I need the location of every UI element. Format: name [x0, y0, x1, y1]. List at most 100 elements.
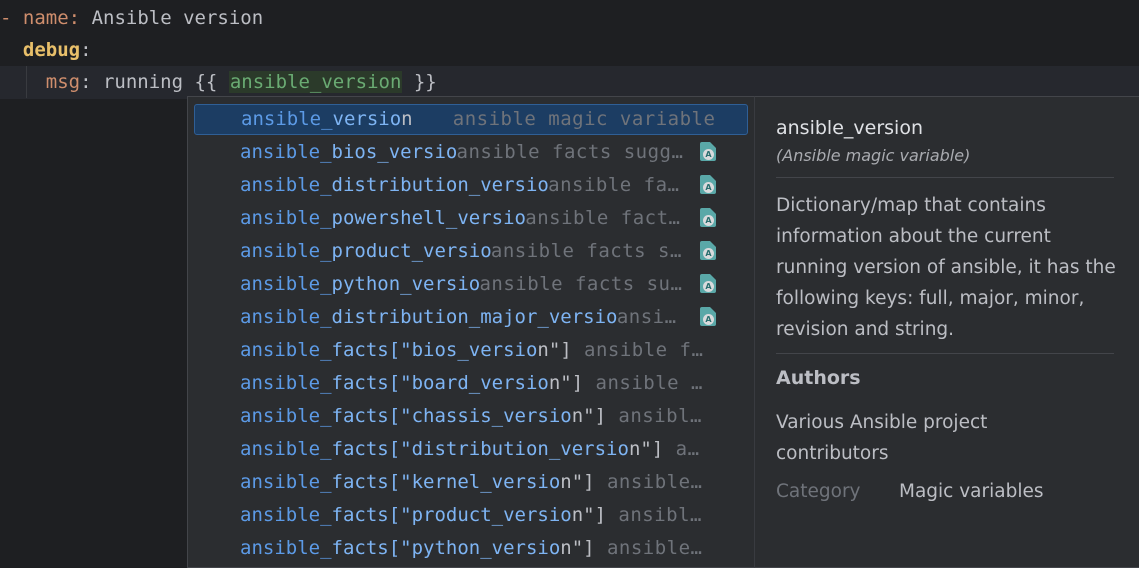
completion-item-name: ansible_distribution_versio [240, 170, 549, 201]
completion-item-name: ansible_facts["product_version"] [240, 500, 606, 531]
completion-item[interactable]: ansible_powershell_versio ansible fact… A [194, 203, 746, 234]
completion-item-type-hint: ansible facts su… [479, 273, 683, 295]
completion-text-part: ansible_ [240, 207, 332, 229]
completion-item[interactable]: ansible_product_versio ansible facts s… A [194, 236, 746, 267]
completion-text-part: facts["board_versio [331, 372, 549, 394]
icon-glyph: A [703, 281, 714, 292]
yaml-value-name: Ansible version [80, 7, 264, 29]
doc-subtitle: (Ansible magic variable) [776, 146, 971, 165]
completion-item[interactable]: ansible_distribution_versio ansible fa… A [194, 170, 746, 201]
completion-text-part: n"] [560, 537, 595, 559]
completion-item[interactable]: ansible_facts["board_version"] ansible … [194, 368, 746, 399]
completion-text-part: ansible_ [240, 174, 332, 196]
code-line-debug[interactable]: debug: [0, 34, 92, 67]
colon: : [80, 39, 92, 61]
completion-text-part: ansible_ [240, 339, 332, 361]
completion-item[interactable]: ansible_python_versio ansible facts su… A [194, 269, 746, 300]
indent-guide [26, 66, 27, 98]
completion-item-type-hint: ansible fact… [525, 207, 681, 229]
completion-text-part: facts["python_versio [331, 537, 561, 559]
completion-item-type-hint: ansible … [595, 372, 703, 394]
completion-item-type-hint: ansible fa… [548, 174, 680, 196]
ansible-facts-file-icon: A [700, 241, 716, 260]
icon-glyph: A [703, 182, 714, 193]
completion-item-type-hint: ansible magic variable [452, 108, 716, 130]
completion-text-part: ansible_ [241, 108, 333, 130]
completion-item[interactable]: ansible_facts["kernel_version"] ansible… [194, 467, 746, 498]
icon-glyph: A [703, 248, 714, 259]
completion-text-part: python_versio [331, 273, 481, 295]
ansible-facts-file-icon: A [700, 307, 716, 326]
completion-item-type-hint: ansible f… [584, 339, 704, 361]
completion-text-part: ansible_ [240, 372, 332, 394]
completion-text-part: ansible_ [240, 141, 332, 163]
ansible-facts-file-icon: A [700, 208, 716, 227]
completion-item[interactable]: ansible_facts["product_version"] ansibl… [194, 500, 746, 531]
completion-item-name: ansible_powershell_versio [240, 203, 526, 234]
documentation-panel: ansible_version (Ansible magic variable)… [754, 96, 1139, 568]
colon: : [68, 7, 81, 29]
completion-item-name: ansible_distribution_major_versio [240, 302, 618, 333]
completion-text-part: ansible_ [240, 240, 332, 262]
completion-text-part: powershell_versio [331, 207, 526, 229]
completion-item-selected[interactable]: ansible_version ansible magic variable [194, 104, 748, 135]
list-dash: - [0, 7, 12, 29]
completion-item-type-hint: a… [675, 438, 700, 460]
colon: : [80, 71, 92, 93]
icon-glyph: A [703, 215, 714, 226]
completion-text-part: n"] [628, 438, 664, 460]
completion-item-type-hint: ansibl… [618, 504, 702, 526]
completion-text-part: ansible_ [240, 405, 332, 427]
completion-item[interactable]: ansible_facts["distribution_version"] a… [194, 434, 746, 465]
completion-item-name: ansible_bios_versio [240, 137, 457, 168]
completion-item[interactable]: ansible_bios_versio ansible facts sugg… A [194, 137, 746, 168]
completion-item-name: ansible_product_versio [240, 236, 492, 267]
completion-item-type-hint: ansi… [616, 306, 677, 328]
completion-item-name: ansible_facts["kernel_version"] [240, 467, 595, 498]
completion-text-part: n"] [537, 339, 572, 361]
variable-highlight[interactable]: ansible_version [228, 71, 403, 93]
completion-text-part: n"] [560, 471, 595, 493]
divider [776, 177, 1114, 178]
completion-text-part: facts["chassis_versio [331, 405, 572, 427]
completion-item-type-hint: ansible facts s… [490, 240, 682, 262]
completion-text-part: versio [332, 108, 402, 130]
completion-item-name: ansible_facts["python_version"] [240, 533, 595, 564]
doc-authors-heading: Authors [776, 367, 861, 389]
completion-text-part: ansible_ [240, 273, 332, 295]
code-line-name[interactable]: - name: Ansible version [0, 2, 263, 35]
completion-text-part: facts["distribution_versio [331, 438, 629, 460]
completion-item[interactable]: ansible_facts["bios_version"] ansible f… [194, 335, 746, 366]
completion-text-part: facts["product_versio [331, 504, 572, 526]
code-line-msg[interactable]: msg: running {{ ansible_version }} [0, 66, 1139, 99]
completion-text-part: product_versio [331, 240, 492, 262]
completion-item-name: ansible_python_versio [240, 269, 480, 300]
completion-text-part: facts["bios_versio [331, 339, 538, 361]
ansible-facts-file-icon: A [700, 175, 716, 194]
ansible-facts-file-icon: A [700, 274, 716, 293]
completion-item-type-hint: ansible facts sugg… [456, 141, 684, 163]
completion-item-name: ansible_facts["chassis_version"] [240, 401, 606, 432]
completion-text-part: n"] [571, 504, 607, 526]
doc-category-value: Magic variables [899, 481, 1044, 502]
completion-popup[interactable]: ansible_version ansible magic variable ans… [187, 96, 755, 568]
completion-text-part: ansible_ [240, 537, 332, 559]
completion-text-part: bios_versio [331, 141, 458, 163]
divider [776, 353, 1114, 354]
completion-item[interactable]: ansible_facts["python_version"] ansible… [194, 533, 746, 564]
completion-item-name: ansible_facts["distribution_version"] [240, 434, 663, 465]
completion-text-part: ansible_ [240, 438, 332, 460]
completion-item[interactable]: ansible_facts["chassis_version"] ansibl… [194, 401, 746, 432]
yaml-key-msg: msg [45, 71, 81, 93]
doc-description: Dictionary/map that contains information… [776, 195, 1116, 340]
msg-text-before: running {{ [91, 71, 229, 93]
doc-title: ansible_version [776, 117, 923, 139]
ansible-facts-file-icon: A [700, 142, 716, 161]
completion-text-part: ansible_ [240, 471, 332, 493]
completion-item-type-hint: ansibl… [618, 405, 702, 427]
completion-text-part: n"] [548, 372, 584, 394]
completion-text-part: distribution_versio [331, 174, 549, 196]
completion-item-type-hint: ansible… [606, 537, 703, 559]
completion-item[interactable]: ansible_distribution_major_versio ansi… A [194, 302, 746, 333]
doc-category-label: Category [776, 481, 861, 502]
